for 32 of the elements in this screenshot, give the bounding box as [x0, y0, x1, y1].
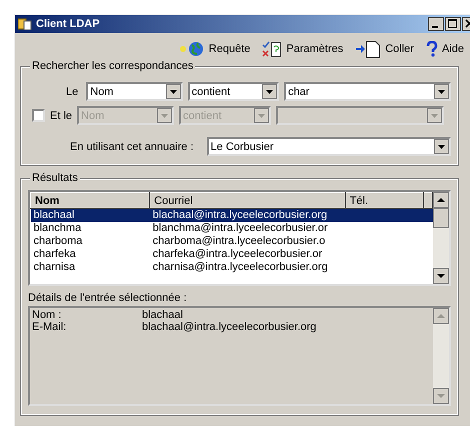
column-header[interactable]: Tél.	[345, 192, 424, 208]
column-header[interactable]: Courriel	[150, 192, 346, 208]
directory-dropdown[interactable]: Le Corbusier	[206, 137, 451, 156]
detail-label: Nom :	[32, 309, 62, 321]
table-cell[interactable]: blachaal@intra.lyceelecorbusier.org	[150, 208, 346, 222]
detail-label: E-Mail:	[32, 321, 68, 333]
table-cell[interactable]: charnisa	[30, 261, 150, 274]
column-header[interactable]: Nom	[30, 192, 150, 208]
checkbox-label: Et le	[50, 110, 72, 122]
toolbar-button[interactable]: Requête	[178, 41, 250, 57]
toolbar-button[interactable]: Aide	[426, 41, 464, 57]
field-label: En utilisant cet annuaire :	[70, 140, 194, 152]
detail-value: blachaal	[142, 309, 184, 321]
table-cell[interactable]: charboma	[30, 235, 150, 248]
group-title: Rechercher les correspondances	[30, 60, 196, 72]
table-cell[interactable]: blachaal	[30, 208, 150, 222]
value-combo[interactable]: char	[284, 82, 451, 101]
table-cell[interactable]: charnisa@intra.lyceelecorbusier.org	[150, 261, 346, 274]
table-cell[interactable]: blanchma@intra.lyceelecorbusier.or	[150, 222, 346, 235]
table-cell[interactable]: blanchma	[30, 222, 150, 235]
toolbar-button[interactable]: Paramètres	[262, 40, 344, 58]
section-label: Détails de l'entrée sélectionnée :	[28, 292, 188, 304]
window-title: Client LDAP	[36, 18, 101, 30]
table-cell[interactable]: charfeka	[30, 248, 150, 261]
toolbar-button[interactable]: Coller	[355, 40, 414, 58]
attribute-dropdown[interactable]: Nom	[86, 82, 183, 101]
table-cell[interactable]: charboma@intra.lyceelecorbusier.o	[150, 235, 346, 248]
field-label: Le	[66, 86, 78, 98]
detail-value: blachaal@intra.lyceelecorbusier.org	[142, 321, 318, 333]
operator-dropdown[interactable]: contient	[188, 82, 280, 101]
group-title: Résultats	[30, 172, 80, 184]
table-cell[interactable]: charfeka@intra.lyceelecorbusier.or	[150, 248, 346, 261]
